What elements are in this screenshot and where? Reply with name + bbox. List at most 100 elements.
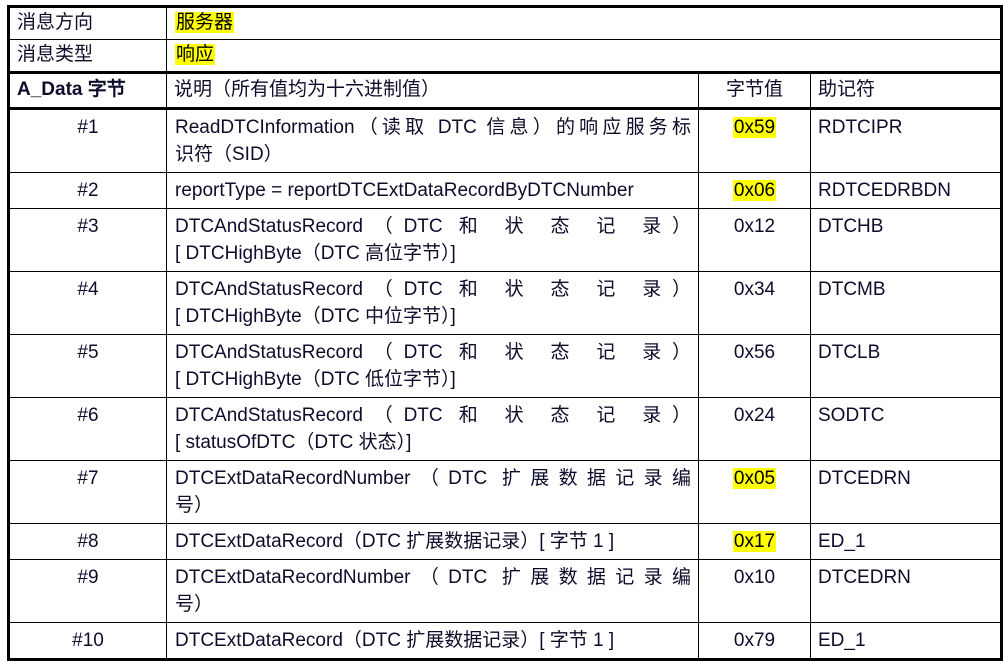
header-description-label: 说明（所有值均为十六进制值） — [174, 79, 441, 100]
row-byte-cell: #4 — [8, 271, 167, 335]
row-value-cell: 0x56 — [698, 334, 811, 398]
row-description-line: 识符（SID） — [175, 144, 283, 165]
row-mnemonic: DTCHB — [818, 216, 884, 237]
row-value-cell: 0x10 — [698, 559, 811, 623]
row-mnemonic-cell: DTCLB — [810, 334, 1002, 398]
message-type-value: 响应 — [167, 40, 1000, 71]
row-description-cell: reportType = reportDTCExtDataRecordByDTC… — [166, 172, 699, 209]
row-byte-index: #5 — [77, 342, 99, 363]
row-byte-cell: #1 — [8, 108, 167, 173]
header-byte-suffix: 字节 — [82, 79, 126, 100]
row-description: DTCExtDataRecordNumber（DTC 扩展数据记录编 号） — [167, 461, 698, 523]
table-row: #2 reportType = reportDTCExtDataRecordBy… — [8, 172, 1002, 209]
row-description: reportType = reportDTCExtDataRecordByDTC… — [167, 173, 698, 208]
row-mnemonic-cell: DTCEDRN — [810, 559, 1002, 623]
row-mnemonic: DTCLB — [818, 342, 881, 363]
row-mnemonic: DTCEDRN — [818, 567, 911, 588]
row-mnemonic-cell: DTCHB — [810, 208, 1002, 272]
row-value-cell: 0x17 — [698, 523, 811, 560]
row-description-line: DTCExtDataRecord（DTC 扩展数据记录）[ 字节 1 ] — [175, 531, 615, 552]
row-value: 0x10 — [733, 567, 776, 588]
header-byte-label: A_Data 字节 — [10, 74, 166, 107]
row-byte-index: #7 — [77, 468, 99, 489]
row-value-cell: 0x79 — [698, 622, 811, 660]
row-description-cell: DTCExtDataRecordNumber（DTC 扩展数据记录编 号） — [166, 559, 699, 623]
table-header-row: A_Data 字节 说明（所有值均为十六进制值） 字节值 助记符 — [8, 71, 1002, 110]
row-value: 0x24 — [733, 405, 776, 426]
row-byte-index: #8 — [77, 531, 99, 552]
row-description: DTCAndStatusRecord（DTC 和 状 态 记 录） [ DTCH… — [167, 209, 698, 271]
header-cell-value: 字节值 — [698, 71, 811, 110]
row-value: 0x56 — [733, 342, 776, 363]
row-mnemonic: DTCMB — [818, 279, 886, 300]
row-description-line: DTCExtDataRecordNumber（DTC 扩展数据记录编 — [175, 567, 691, 588]
row-value: 0x59 — [699, 110, 810, 145]
row-description-cell: DTCAndStatusRecord（DTC 和 状 态 记 录） [ DTCH… — [166, 208, 699, 272]
row-byte-cell: #10 — [8, 622, 167, 660]
row-value-highlight: 0x59 — [732, 117, 777, 138]
table-row: #9 DTCExtDataRecordNumber（DTC 扩展数据记录编 号）… — [8, 559, 1002, 623]
table-row: #8 DTCExtDataRecord（DTC 扩展数据记录）[ 字节 1 ] … — [8, 523, 1002, 560]
table-row-message-direction: 消息方向 服务器 — [8, 6, 1002, 40]
row-mnemonic: DTCEDRN — [818, 468, 911, 489]
header-mnemonic-label: 助记符 — [818, 79, 876, 100]
row-mnemonic-cell: DTCEDRN — [810, 460, 1002, 524]
row-value-highlight: 0x06 — [732, 180, 777, 201]
table-row: #1 ReadDTCInformation（读取 DTC 信息）的响应服务标 识… — [8, 108, 1002, 173]
row-description: DTCAndStatusRecord（DTC 和 状 态 记 录） [ DTCH… — [167, 272, 698, 334]
row-byte-index: #6 — [77, 405, 99, 426]
row-description: ReadDTCInformation（读取 DTC 信息）的响应服务标 识符（S… — [167, 110, 698, 172]
message-type-highlight: 响应 — [175, 44, 216, 65]
row-mnemonic: SODTC — [818, 405, 885, 426]
row-mnemonic-cell: ED_1 — [810, 523, 1002, 560]
row-description-line: [ statusOfDTC（DTC 状态）] — [175, 432, 412, 453]
protocol-table: 消息方向 服务器 消息类型 响应 A_Data 字节 说明（所有值均为十六进制值… — [7, 5, 1003, 661]
row-byte-index: #9 — [77, 567, 99, 588]
row-description-line: DTCAndStatusRecord（DTC 和 状 态 记 录） — [175, 342, 691, 363]
row-description: DTCAndStatusRecord（DTC 和 状 态 记 录） [ DTCH… — [167, 335, 698, 397]
message-direction-highlight: 服务器 — [175, 12, 235, 33]
row-description-line: [ DTCHighByte（DTC 低位字节）] — [175, 369, 456, 390]
message-direction-label: 消息方向 — [17, 12, 94, 33]
row-byte-index: #10 — [72, 630, 104, 651]
row-value-cell: 0x24 — [698, 397, 811, 461]
row-mnemonic: ED_1 — [818, 531, 866, 552]
row-description: DTCExtDataRecord（DTC 扩展数据记录）[ 字节 1 ] — [167, 524, 698, 559]
table-row-message-type: 消息类型 响应 — [8, 39, 1002, 73]
header-cell-mnemonic: 助记符 — [810, 71, 1002, 110]
row-value-cell: 0x05 — [698, 460, 811, 524]
table-row: #5 DTCAndStatusRecord（DTC 和 状 态 记 录） [ D… — [8, 334, 1002, 398]
message-direction-value: 服务器 — [167, 8, 1000, 39]
row-byte-cell: #2 — [8, 172, 167, 209]
row-description-cell: ReadDTCInformation（读取 DTC 信息）的响应服务标 识符（S… — [166, 108, 699, 173]
row-byte-cell: #3 — [8, 208, 167, 272]
row-description-line: 号） — [175, 495, 214, 516]
message-type-value-cell: 响应 — [166, 39, 1002, 73]
message-type-label: 消息类型 — [17, 44, 94, 65]
row-description-line: reportType = reportDTCExtDataRecordByDTC… — [175, 180, 634, 201]
row-byte-cell: #7 — [8, 460, 167, 524]
row-value-cell: 0x06 — [698, 172, 811, 209]
table-row: #4 DTCAndStatusRecord（DTC 和 状 态 记 录） [ D… — [8, 271, 1002, 335]
document-page: 消息方向 服务器 消息类型 响应 A_Data 字节 说明（所有值均为十六进制值… — [0, 0, 1007, 661]
header-value-label: 字节值 — [725, 79, 783, 100]
row-description-line: DTCExtDataRecordNumber（DTC 扩展数据记录编 — [175, 468, 691, 489]
row-description-line: [ DTCHighByte（DTC 高位字节）] — [175, 243, 456, 264]
row-description-line: 号） — [175, 594, 214, 615]
row-byte-cell: #9 — [8, 559, 167, 623]
row-value: 0x05 — [699, 461, 810, 496]
row-mnemonic-cell: RDTCEDRBDN — [810, 172, 1002, 209]
table-row: #10 DTCExtDataRecord（DTC 扩展数据记录）[ 字节 1 ]… — [8, 622, 1002, 660]
row-byte-index: #4 — [77, 279, 99, 300]
row-value: 0x12 — [733, 216, 776, 237]
row-description-cell: DTCAndStatusRecord（DTC 和 状 态 记 录） [ stat… — [166, 397, 699, 461]
row-mnemonic: RDTCEDRBDN — [818, 180, 951, 201]
row-byte-index: #3 — [77, 216, 99, 237]
row-description-cell: DTCAndStatusRecord（DTC 和 状 态 记 录） [ DTCH… — [166, 271, 699, 335]
row-mnemonic-cell: SODTC — [810, 397, 1002, 461]
message-type-label-cell: 消息类型 — [8, 39, 167, 73]
table-row: #7 DTCExtDataRecordNumber（DTC 扩展数据记录编 号）… — [8, 460, 1002, 524]
row-description-line: DTCAndStatusRecord（DTC 和 状 态 记 录） — [175, 405, 691, 426]
row-description-cell: DTCExtDataRecord（DTC 扩展数据记录）[ 字节 1 ] — [166, 622, 699, 660]
row-value-highlight: 0x17 — [732, 531, 777, 552]
